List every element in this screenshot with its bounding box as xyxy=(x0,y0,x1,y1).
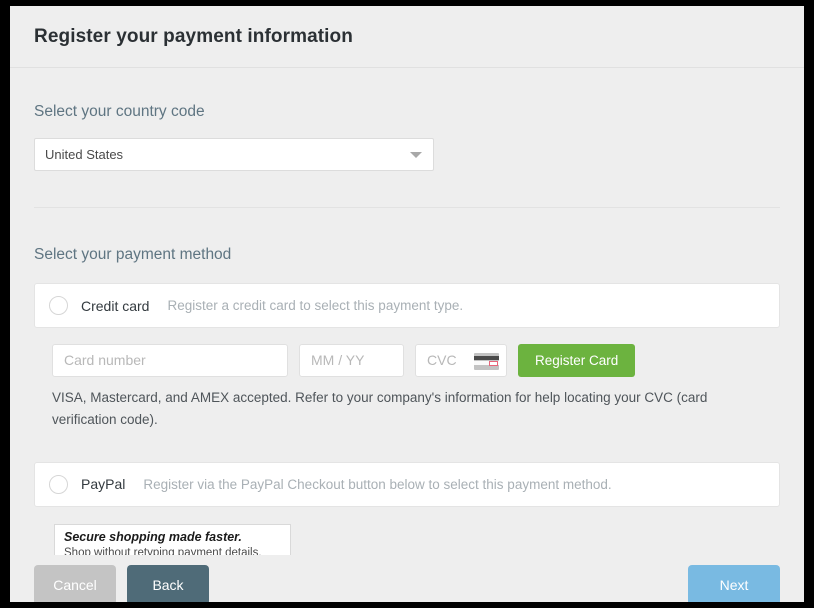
screen-frame: Register your payment information Select… xyxy=(0,0,814,608)
cvc-input[interactable]: CVC xyxy=(415,344,507,377)
chevron-down-icon xyxy=(410,152,422,158)
payment-registration-modal: Register your payment information Select… xyxy=(10,6,804,602)
payment-method-section: Select your payment method Credit card R… xyxy=(34,208,780,555)
card-number-input[interactable]: Card number xyxy=(52,344,288,377)
expiry-input[interactable]: MM / YY xyxy=(299,344,404,377)
credit-card-radio[interactable] xyxy=(49,296,68,315)
payment-method-label: Select your payment method xyxy=(34,246,232,263)
payment-option-paypal[interactable]: PayPal Register via the PayPal Checkout … xyxy=(34,461,780,507)
cancel-button[interactable]: Cancel xyxy=(34,565,116,602)
modal-header: Register your payment information xyxy=(10,6,804,68)
paypal-banner-headline: Secure shopping made faster. xyxy=(64,529,242,544)
register-card-button[interactable]: Register Card xyxy=(518,344,636,377)
modal-body: Select your country code United States S… xyxy=(10,68,804,555)
page-title: Register your payment information xyxy=(34,25,353,47)
country-code-select[interactable]: United States xyxy=(34,138,434,171)
modal-footer: Cancel Back Next xyxy=(10,555,804,602)
credit-card-description: Register a credit card to select this pa… xyxy=(167,298,464,313)
next-button[interactable]: Next xyxy=(688,565,780,602)
card-cvc-highlight xyxy=(489,361,498,366)
country-code-section: Select your country code United States xyxy=(34,68,780,171)
paypal-label: PayPal xyxy=(81,476,126,493)
payment-option-credit-card[interactable]: Credit card Register a credit card to se… xyxy=(34,283,780,328)
country-code-label: Select your country code xyxy=(34,103,205,120)
country-code-value[interactable]: United States xyxy=(34,138,434,171)
paypal-description: Register via the PayPal Checkout button … xyxy=(143,476,612,492)
paypal-radio[interactable] xyxy=(49,474,68,494)
card-magnetic-stripe xyxy=(474,356,499,360)
cvc-placeholder-text: CVC xyxy=(427,352,457,368)
credit-card-icon xyxy=(474,353,499,370)
back-button[interactable]: Back xyxy=(127,565,209,602)
paypal-promo-banner[interactable]: Secure shopping made faster. Shop withou… xyxy=(54,523,291,555)
paypal-banner-subline: Shop without retyping payment details. xyxy=(64,546,262,555)
credit-card-help-text: VISA, Mastercard, and AMEX accepted. Ref… xyxy=(52,390,708,428)
credit-card-field-row: Card number MM / YY CVC Register Card xyxy=(34,344,780,377)
credit-card-label: Credit card xyxy=(81,297,150,314)
